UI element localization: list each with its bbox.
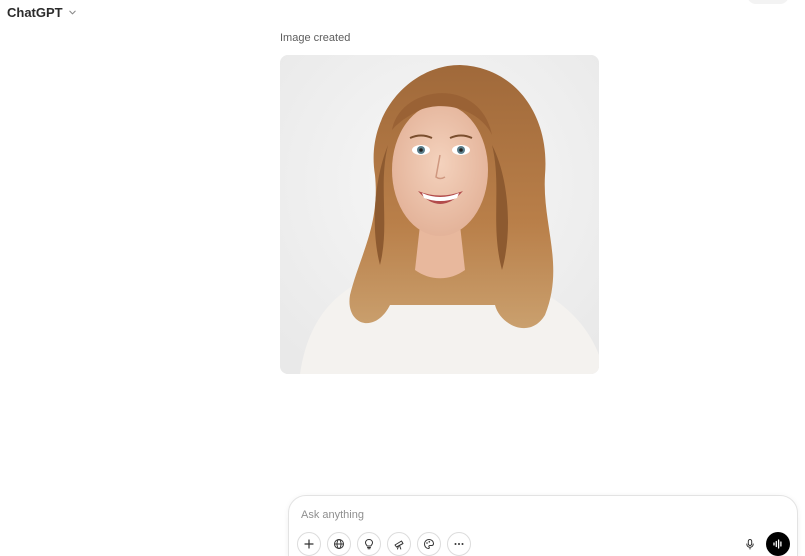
microphone-icon xyxy=(746,539,754,550)
more-tools-button[interactable] xyxy=(447,532,471,556)
lightbulb-icon xyxy=(364,538,374,550)
create-image-button[interactable] xyxy=(417,532,441,556)
voice-mode-icon xyxy=(773,539,782,549)
model-label: ChatGPT xyxy=(7,5,63,20)
composer-tools xyxy=(297,532,471,556)
image-caption: Image created xyxy=(280,32,351,44)
search-button[interactable] xyxy=(327,532,351,556)
more-horizontal-icon xyxy=(454,543,464,545)
model-switcher[interactable]: ChatGPT xyxy=(7,5,77,20)
palette-icon xyxy=(423,538,435,550)
globe-icon xyxy=(334,539,344,549)
top-right-button[interactable] xyxy=(747,0,789,4)
chat-window: ChatGPT Image created xyxy=(0,0,805,556)
prompt-input[interactable] xyxy=(301,506,721,524)
plus-icon xyxy=(304,539,314,549)
voice-mode-button[interactable] xyxy=(766,532,790,556)
chevron-down-icon xyxy=(68,10,76,15)
telescope-icon xyxy=(394,540,404,550)
deep-research-button[interactable] xyxy=(387,532,411,556)
portrait-image xyxy=(280,55,599,374)
add-button[interactable] xyxy=(297,532,321,556)
generated-image[interactable] xyxy=(280,55,599,374)
reason-button[interactable] xyxy=(357,532,381,556)
dictate-button[interactable] xyxy=(738,532,762,556)
composer xyxy=(288,495,798,556)
